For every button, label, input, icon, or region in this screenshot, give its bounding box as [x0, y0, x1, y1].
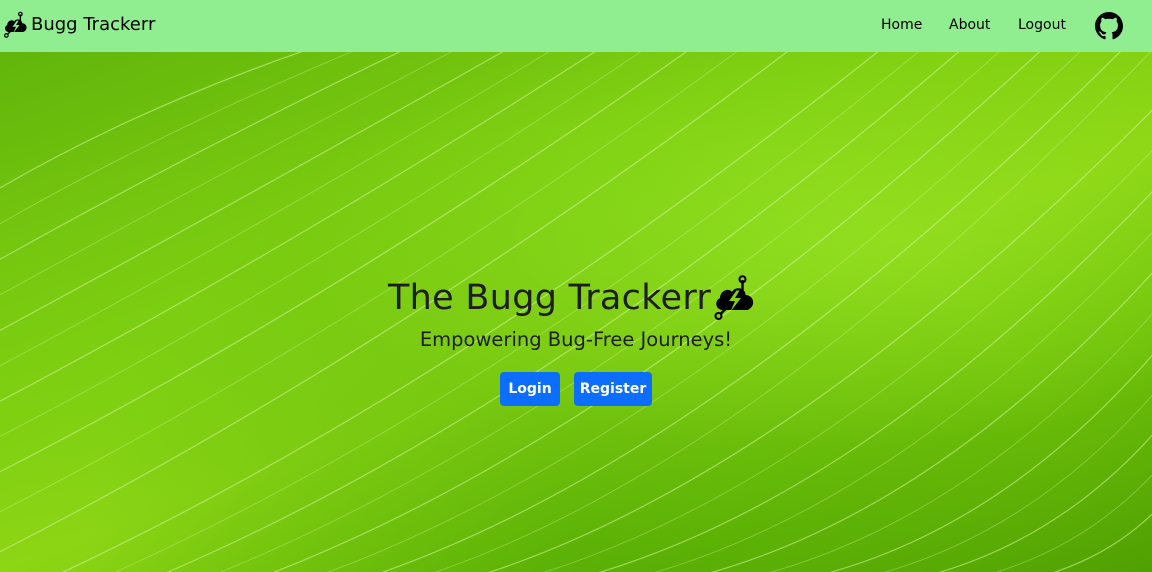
- hero-title: The Bugg Trackerr: [388, 274, 759, 322]
- hero-section: The Bugg Trackerr Empowering Bug-Free Jo…: [0, 52, 1152, 572]
- nav-home-link[interactable]: Home: [881, 17, 922, 33]
- hero-content: The Bugg Trackerr Empowering Bug-Free Jo…: [0, 52, 1152, 572]
- nav-about-link[interactable]: About: [949, 17, 990, 33]
- nav-logout-link[interactable]: Logout: [1018, 17, 1066, 33]
- hero-subtitle: Empowering Bug-Free Journeys!: [419, 328, 733, 351]
- navbar: Bugg Trackerr Home About Logout: [0, 0, 1152, 52]
- brand-text: Bugg Trackerr: [31, 14, 156, 35]
- github-icon[interactable]: [1095, 12, 1123, 40]
- bug-cloud-icon: [714, 275, 754, 321]
- login-button[interactable]: Login: [500, 372, 560, 406]
- brand-link[interactable]: Bugg Trackerr: [2, 11, 155, 39]
- bug-cloud-icon: [4, 11, 27, 38]
- hero-title-text: The Bugg Trackerr: [388, 278, 712, 318]
- register-button[interactable]: Register: [574, 372, 652, 406]
